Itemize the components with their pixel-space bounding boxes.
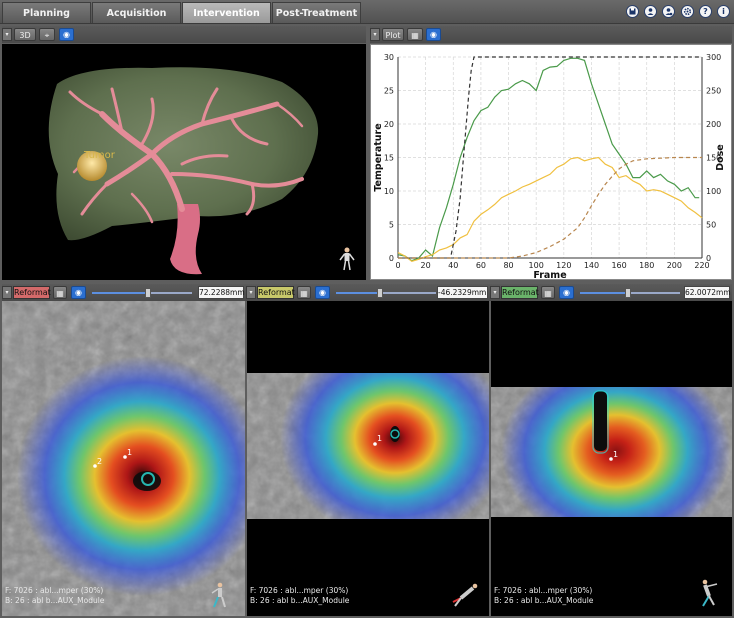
liver-3d-render: Tumor — [48, 67, 355, 275]
slice-red-slider-fill — [92, 292, 147, 294]
slice-red-view-name[interactable]: Reformat — [13, 286, 51, 299]
y-left-tick-label: 30 — [384, 53, 394, 62]
slice-yellow-slider-fill — [336, 292, 379, 294]
plot-mode-button[interactable]: Plot — [382, 28, 404, 41]
series-line-0 — [397, 57, 700, 262]
y-left-axis-title: Temperature — [373, 123, 384, 191]
view3d-mode-button[interactable]: 3D — [14, 28, 36, 41]
y-left-tick-label: 20 — [384, 120, 394, 129]
camera-icon[interactable]: ◉ — [59, 28, 74, 41]
plot-camera-icon[interactable]: ◉ — [426, 28, 441, 41]
x-tick-label: 0 — [395, 261, 400, 270]
slice-yellow-toolbar: ▾ Reformat ▦ ◉ -46.2329mm — [246, 284, 490, 301]
y-right-tick-label: 300 — [706, 53, 721, 62]
slice-red-slider-handle[interactable] — [145, 288, 151, 298]
plot-menu-dropdown[interactable]: ▾ — [370, 28, 380, 41]
y-left-tick-label: 5 — [389, 221, 394, 230]
layout-icon[interactable]: ▦ — [407, 28, 423, 41]
tab-acquisition-setup[interactable]: Acquisition Setup — [92, 2, 181, 40]
marker-1-label: 1 — [377, 434, 382, 443]
save-icon[interactable] — [626, 5, 639, 18]
x-tick-label: 180 — [639, 261, 654, 270]
x-tick-label: 20 — [421, 261, 431, 270]
slice-green-toolbar: ▾ Reformat ▦ ◉ 62.0072mm — [490, 284, 732, 301]
foreground-caption: F: 7026 : abl...mper (30%) — [5, 586, 104, 595]
tumor-label: Tumor — [83, 150, 116, 161]
help-icon[interactable]: ? — [699, 5, 712, 18]
x-tick-label: 120 — [556, 261, 571, 270]
orientation-figure-icon — [339, 247, 355, 271]
slice-yellow-layout-icon[interactable]: ▦ — [297, 286, 311, 299]
x-tick-label: 60 — [476, 261, 486, 270]
background-caption: B: 26 : abl b...AUX_Module — [250, 596, 350, 605]
foreground-caption: F: 7026 : abl...mper (30%) — [250, 586, 349, 595]
x-tick-label: 140 — [584, 261, 599, 270]
tab-planning[interactable]: Planning — [2, 2, 91, 23]
slice-yellow-menu-dropdown[interactable]: ▾ — [246, 286, 256, 299]
marker-1-label: 1 — [127, 448, 132, 457]
slice-yellow-view[interactable]: 1 F: 7026 : abl...mper (30%) B: 26 : abl… — [247, 301, 489, 616]
slice-yellow-view-name[interactable]: Reformat — [257, 286, 295, 299]
x-axis-title: Frame — [533, 270, 566, 279]
slice-red-menu-dropdown[interactable]: ▾ — [2, 286, 12, 299]
view3d-toolbar: ▾ 3D ⌖ ◉ — [2, 26, 366, 43]
tab-post-treatment[interactable]: Post-Treatment — [272, 2, 361, 23]
slice-yellow-slider-handle[interactable] — [377, 288, 383, 298]
slice-green-slider-handle[interactable] — [625, 288, 631, 298]
y-left-tick-label: 15 — [384, 154, 394, 163]
slice-red-toolbar: ▾ Reformat ▦ ◉ 72.2288mm — [2, 284, 246, 301]
background-caption: B: 26 : abl b...AUX_Module — [5, 596, 105, 605]
y-right-axis-title: Dose — [715, 144, 726, 171]
slice-green-view-name[interactable]: Reformat — [501, 286, 539, 299]
y-right-tick-label: 50 — [706, 221, 716, 230]
user-icon[interactable] — [644, 5, 657, 18]
slice-yellow-camera-icon[interactable]: ◉ — [315, 286, 330, 299]
y-right-tick-label: 200 — [706, 120, 721, 129]
series-line-1 — [397, 156, 703, 262]
y-left-tick-label: 0 — [389, 254, 394, 263]
view3d-render[interactable]: Tumor — [2, 44, 366, 280]
x-tick-label: 100 — [529, 261, 544, 270]
gear-icon[interactable] — [681, 5, 694, 18]
info-icon[interactable]: i — [717, 5, 730, 18]
slice-green-offset-value[interactable]: 62.0072mm — [684, 286, 731, 299]
series-line-3 — [398, 156, 702, 259]
x-tick-label: 160 — [611, 261, 626, 270]
marker-1-label: 1 — [613, 450, 618, 459]
tab-intervention[interactable]: Intervention — [182, 2, 271, 23]
top-toolbar: Planning Acquisition Setup Intervention … — [0, 0, 734, 40]
marker-2-label: 2 — [97, 457, 102, 466]
y-right-tick-label: 100 — [706, 187, 721, 196]
temperature-dose-plot[interactable]: 0 20 40 60 80 100 120 140 160 180 200 220 0 5 10 15 20 25… — [370, 44, 732, 280]
y-left-tick-label: 10 — [384, 187, 394, 196]
slice-red-offset-value[interactable]: 72.2288mm — [198, 286, 245, 299]
slice-green-layout-icon[interactable]: ▦ — [541, 286, 555, 299]
plot-toolbar: ▾ Plot ▦ ◉ — [370, 26, 732, 43]
y-right-tick-label: 250 — [706, 87, 721, 96]
slice-red-layout-icon[interactable]: ▦ — [53, 286, 67, 299]
slice-green-view[interactable]: 1 F: 7026 : abl...mper (30%) B: 26 : abl… — [491, 301, 732, 616]
user-settings-icon[interactable] — [662, 5, 675, 18]
crosshair-icon[interactable]: ⌖ — [39, 28, 55, 41]
slice-green-menu-dropdown[interactable]: ▾ — [490, 286, 500, 299]
slice-red-view[interactable]: 1 2 F: 7026 : abl...mper (30%) B: 26 : a… — [2, 301, 245, 616]
slice-red-camera-icon[interactable]: ◉ — [71, 286, 86, 299]
view3d-menu-dropdown[interactable]: ▾ — [2, 28, 12, 41]
slice-green-slider-fill — [580, 292, 627, 294]
slice-green-camera-icon[interactable]: ◉ — [559, 286, 574, 299]
background-caption: B: 26 : abl b...AUX_Module — [494, 596, 594, 605]
x-tick-label: 200 — [667, 261, 682, 270]
x-tick-label: 40 — [448, 261, 458, 270]
slice-yellow-offset-value[interactable]: -46.2329mm — [437, 286, 488, 299]
y-left-tick-label: 25 — [384, 87, 394, 96]
x-tick-label: 80 — [503, 261, 513, 270]
y-right-tick-label: 0 — [706, 254, 711, 263]
foreground-caption: F: 7026 : abl...mper (30%) — [494, 586, 593, 595]
